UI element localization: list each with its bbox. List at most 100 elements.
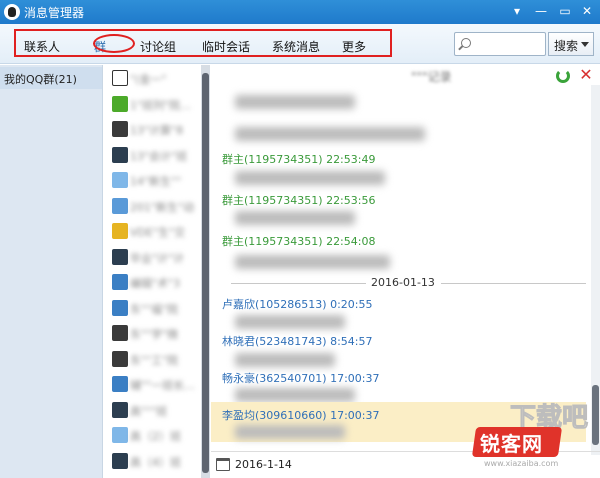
message-body-blurred <box>235 95 355 109</box>
group-row[interactable]: 辅""一班长… <box>104 373 204 395</box>
tab-bar: 联系人 群 讨论组 临时会话 系统消息 更多 <box>14 29 392 57</box>
group-row[interactable]: 高（4）班 <box>104 450 204 472</box>
graduation-cap-icon <box>112 146 128 163</box>
date-separator: 2016-01-13 <box>211 276 586 290</box>
watermark-brand: 锐客网 <box>480 432 543 456</box>
group-row[interactable]: 201"新生"动 <box>104 195 204 217</box>
puzzle-icon <box>112 376 128 392</box>
group-name: "(金一" <box>130 73 167 86</box>
group-list: "(金一" 1"班列"院… 13"计算"8 13"会计"班 14"新生"" 201"新生"… <box>104 65 212 478</box>
divider <box>231 283 366 284</box>
graduation-cap-icon <box>112 452 128 469</box>
group-name: 辅""一班长… <box>130 379 196 392</box>
calendar-icon[interactable] <box>216 458 230 471</box>
tab-temporary-sessions[interactable]: 临时会话 <box>202 38 250 55</box>
tab-discussion-groups[interactable]: 讨论组 <box>140 38 176 55</box>
message-body-blurred <box>235 171 385 185</box>
message-sender: 畅永豪(362540701) 17:00:37 <box>222 372 380 385</box>
group-row[interactable]: 14"新生"" <box>104 169 204 191</box>
date-separator-label: 2016-01-13 <box>371 276 435 289</box>
search-input[interactable] <box>475 35 541 53</box>
tab-highlight-circle <box>93 34 135 53</box>
message-header: """记录 ✕ <box>211 65 600 85</box>
watermark-logo: 下载吧 锐客网 www.xiazaiba.com <box>471 395 594 473</box>
refresh-icon[interactable] <box>556 69 570 83</box>
message-body-blurred <box>235 388 355 402</box>
graduation-cap-icon <box>112 248 128 265</box>
tab-contacts[interactable]: 联系人 <box>24 38 60 55</box>
message-body-blurred <box>235 255 390 269</box>
group-name: 高（2）班 <box>130 430 181 443</box>
group-name: 高（4）班 <box>130 455 181 469</box>
group-name: 东""福"院 <box>130 302 179 316</box>
group-name: 201"新生"动 <box>130 200 195 214</box>
group-name: 13"会计"班 <box>130 149 188 163</box>
dark-logo-icon <box>112 121 128 137</box>
puzzle-icon <box>112 274 128 290</box>
group-row[interactable]: "(金一" <box>104 67 204 89</box>
group-row[interactable]: 东""工"院 <box>104 348 204 370</box>
header-title: """记录 <box>411 70 452 84</box>
sidebar-item-my-qq-groups[interactable]: 我的QQ群(21) <box>0 67 102 89</box>
qq-group-icon <box>112 70 128 86</box>
group-name: 高"""班 <box>130 404 168 418</box>
window-title: 消息管理器 <box>24 6 85 20</box>
group-row[interactable]: 高（2）班 <box>104 424 204 446</box>
graduation-cap-icon <box>112 401 128 418</box>
delete-icon[interactable]: ✕ <box>578 67 594 83</box>
group-row[interactable]: 编辑"术"3 <box>104 271 204 293</box>
divider <box>441 283 586 284</box>
message-body-blurred <box>235 211 355 225</box>
search-button-label: 搜索 <box>554 39 579 53</box>
tab-more[interactable]: 更多 <box>342 38 366 55</box>
message-sender: 群主(1195734351) 22:54:08 <box>222 235 376 248</box>
dark-logo-icon <box>112 325 128 341</box>
message-body-blurred <box>235 315 345 329</box>
message-sender: 卢嘉欣(105286513) 0:20:55 <box>222 298 373 311</box>
maximize-button[interactable]: ▭ <box>554 2 576 20</box>
scrollbar-thumb[interactable] <box>202 73 209 473</box>
group-name: VDE"生"交 <box>130 226 186 239</box>
sidebar-item-label: 我的QQ群(21) <box>4 73 77 86</box>
group-name: 1"班列"院… <box>130 98 192 112</box>
group-row[interactable]: 高"""班 <box>104 399 204 421</box>
group-row[interactable]: 毕业"计"计 <box>104 246 204 268</box>
message-sender: 李盈均(309610660) 17:00:37 <box>222 409 380 422</box>
message-body-blurred <box>235 425 345 439</box>
badge-icon <box>112 223 128 239</box>
people-icon <box>112 427 128 443</box>
group-row[interactable]: 东""学"微 <box>104 322 204 344</box>
group-list-scrollbar[interactable] <box>201 65 210 478</box>
footer-date[interactable]: 2016-1-14 <box>235 458 292 471</box>
chevron-down-icon[interactable] <box>581 42 589 47</box>
group-row[interactable]: VDE"生"交 <box>104 220 204 242</box>
message-body-blurred <box>235 353 335 367</box>
group-name: 东""工"院 <box>130 353 179 367</box>
message-sender: 群主(1195734351) 22:53:49 <box>222 153 376 166</box>
group-row[interactable]: 13"会计"班 <box>104 144 204 166</box>
search-box <box>454 32 546 56</box>
sidebar: 我的QQ群(21) <box>0 65 103 478</box>
minimize-button[interactable]: — <box>530 2 552 20</box>
puzzle-icon <box>112 299 128 316</box>
group-name: 14"新生"" <box>130 175 182 188</box>
group-row[interactable]: 东""福"院 <box>104 297 204 319</box>
group-name: 13"计算"8 <box>130 124 184 137</box>
tab-system-messages[interactable]: 系统消息 <box>272 38 320 55</box>
people-icon <box>112 172 128 188</box>
group-name: 毕业"计"计 <box>130 251 185 265</box>
dropdown-icon[interactable]: ▾ <box>506 2 528 20</box>
close-button[interactable]: ✕ <box>576 2 598 20</box>
group-row[interactable]: 1"班列"院… <box>104 93 204 115</box>
message-sender: 林晓君(523481743) 8:54:57 <box>222 335 373 348</box>
search-button[interactable]: 搜索 <box>548 32 594 56</box>
watermark-url: www.xiazaiba.com <box>484 459 559 468</box>
group-row[interactable]: 13"计算"8 <box>104 118 204 140</box>
title-bar: 消息管理器 ▾ — ▭ ✕ <box>0 0 600 24</box>
message-body-blurred <box>235 127 425 141</box>
search-icon <box>461 38 471 48</box>
message-sender: 群主(1195734351) 22:53:56 <box>222 194 376 207</box>
group-name: 东""学"微 <box>130 328 179 341</box>
green-5-icon <box>112 95 128 112</box>
robot-icon <box>112 197 128 214</box>
